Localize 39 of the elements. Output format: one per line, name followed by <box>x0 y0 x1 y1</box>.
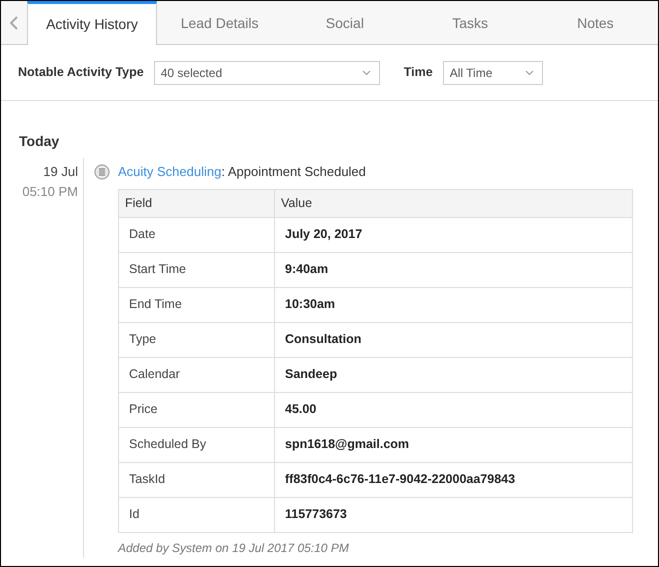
field-cell: End Time <box>118 287 274 322</box>
filter-label: Time <box>404 64 433 82</box>
chevron-left-icon <box>10 16 18 30</box>
chevron-down-icon <box>362 70 371 76</box>
field-cell: Calendar <box>118 357 274 392</box>
field-cell: Scheduled By <box>118 427 274 462</box>
dropdown[interactable]: All Time <box>442 60 543 84</box>
field-cell: Id <box>118 497 274 532</box>
activity-title: Acuity Scheduling: Appointment Scheduled <box>118 163 366 181</box>
field-cell: Type <box>118 322 274 357</box>
value-cell: 10:30am <box>274 287 632 322</box>
dropdown[interactable]: 40 selected <box>154 60 380 84</box>
column-header: Field <box>118 189 274 217</box>
value-cell: July 20, 2017 <box>274 217 632 252</box>
tab[interactable]: Social <box>282 1 408 45</box>
value-cell: 9:40am <box>274 252 632 287</box>
value-cell: Sandeep <box>274 357 632 392</box>
group-heading: Today <box>18 132 60 151</box>
tab[interactable]: Lead Details <box>157 1 282 45</box>
value-cell: spn1618@gmail.com <box>274 427 632 462</box>
tab[interactable]: Activity History <box>27 1 157 45</box>
activity-time: 05:10 PM <box>21 182 78 200</box>
filter-label: Notable Activity Type <box>18 64 144 82</box>
activity-footer: Added by System on 19 Jul 2017 05:10 PM <box>118 538 633 556</box>
value-cell: ff83f0c4-6c76-11e7-9042-22000aa79843 <box>274 462 632 497</box>
field-cell: TaskId <box>118 462 274 497</box>
value-cell: 45.00 <box>274 392 632 427</box>
list-icon <box>94 164 110 180</box>
field-cell: Start Time <box>118 252 274 287</box>
value-cell: Consultation <box>274 322 632 357</box>
activity-date: 19 Jul <box>42 163 78 181</box>
tab[interactable]: Notes <box>532 1 658 45</box>
source-link[interactable]: Acuity Scheduling <box>118 164 222 179</box>
value-cell: 115773673 <box>274 497 632 532</box>
chevron-down-icon <box>524 70 534 76</box>
tab[interactable]: Tasks <box>408 1 533 45</box>
column-header: Value <box>274 189 632 217</box>
field-cell: Price <box>118 392 274 427</box>
field-cell: Date <box>118 217 274 252</box>
